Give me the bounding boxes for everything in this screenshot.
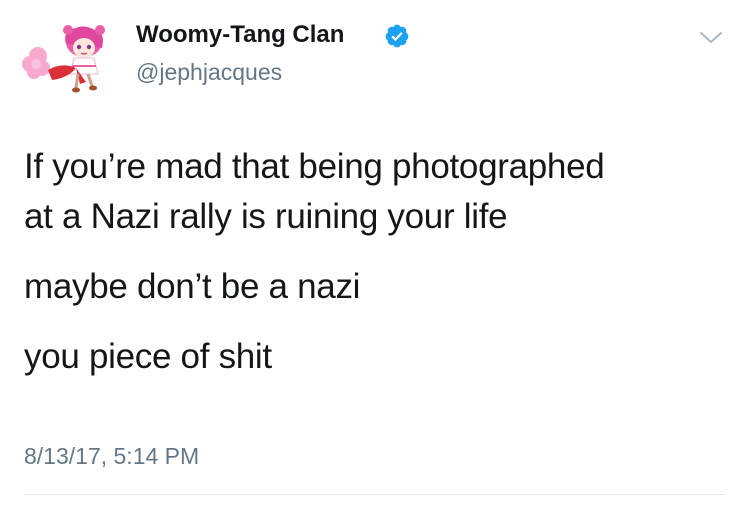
flower-icon xyxy=(22,47,50,79)
tweet-line: maybe don’t be a nazi xyxy=(24,267,361,306)
tweet-timestamp[interactable]: 8/13/17, 5:14 PM xyxy=(24,442,199,470)
verified-badge-icon xyxy=(385,24,409,48)
author-handle[interactable]: @jephjacques xyxy=(136,58,282,86)
tweet-card: Woomy-Tang Clan @jephjacques If you’re m… xyxy=(0,0,746,505)
tweet-line: you piece of shit xyxy=(24,337,272,376)
divider xyxy=(24,494,724,495)
tweet-line: at a Nazi rally is ruining your life xyxy=(24,197,508,236)
tweet-text: If you’re mad that being photographed at… xyxy=(24,142,724,382)
author-display-name[interactable]: Woomy-Tang Clan xyxy=(136,20,344,50)
tweet-line: If you’re mad that being photographed xyxy=(24,147,605,186)
character-figure xyxy=(48,25,105,93)
avatar[interactable] xyxy=(22,22,120,98)
chevron-down-icon[interactable] xyxy=(698,28,724,46)
